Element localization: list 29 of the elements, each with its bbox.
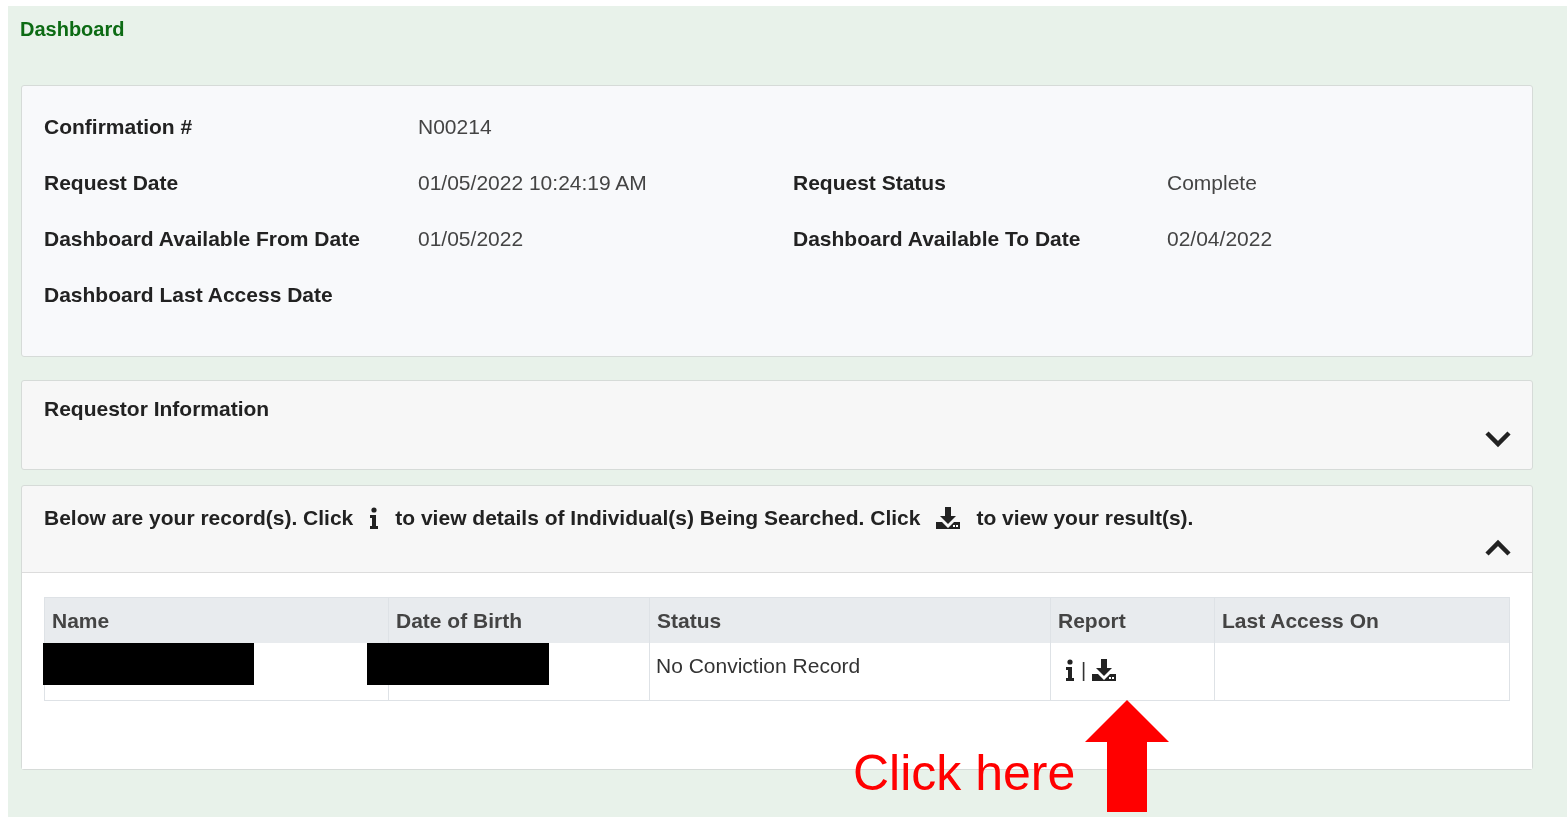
field-label: Request Status (793, 171, 947, 195)
field-label: Dashboard Available From Date (44, 227, 361, 251)
field-value: 02/04/2022 (1167, 227, 1274, 251)
panel-title: Requestor Information (44, 397, 270, 421)
column-header: Last Access On (1214, 598, 1509, 644)
info-icon (369, 507, 380, 529)
chevron-up-icon[interactable] (1484, 539, 1512, 557)
chevron-down-icon[interactable] (1484, 430, 1512, 448)
field-label: Dashboard Last Access Date (44, 283, 334, 307)
download-icon (936, 507, 961, 529)
field-value: 01/05/2022 (418, 227, 525, 251)
instruction-text: Below are your record(s). Click (44, 506, 354, 530)
instruction-text: to view details of Individual(s) Being Searched. Click (395, 506, 921, 530)
field-label: Dashboard Available To Date (793, 227, 1082, 251)
field-label: Request Date (44, 171, 180, 195)
annotation-text: Click here (853, 744, 1076, 802)
column-header: Name (51, 608, 111, 634)
info-icon[interactable] (1065, 659, 1075, 681)
column-header: Report (1050, 598, 1214, 644)
field-value: Complete (1167, 171, 1258, 195)
status-text: No Conviction Record (656, 654, 861, 677)
field-label: Confirmation # (44, 115, 194, 139)
separator-text: | (1081, 659, 1087, 681)
field-value: N00214 (418, 115, 493, 139)
instruction-text: to view your result(s). (976, 506, 1194, 530)
column-header: Status (649, 598, 1050, 644)
download-icon[interactable] (1092, 659, 1117, 681)
page-title: Dashboard (20, 18, 126, 42)
field-value: 01/05/2022 10:24:19 AM (418, 171, 648, 195)
